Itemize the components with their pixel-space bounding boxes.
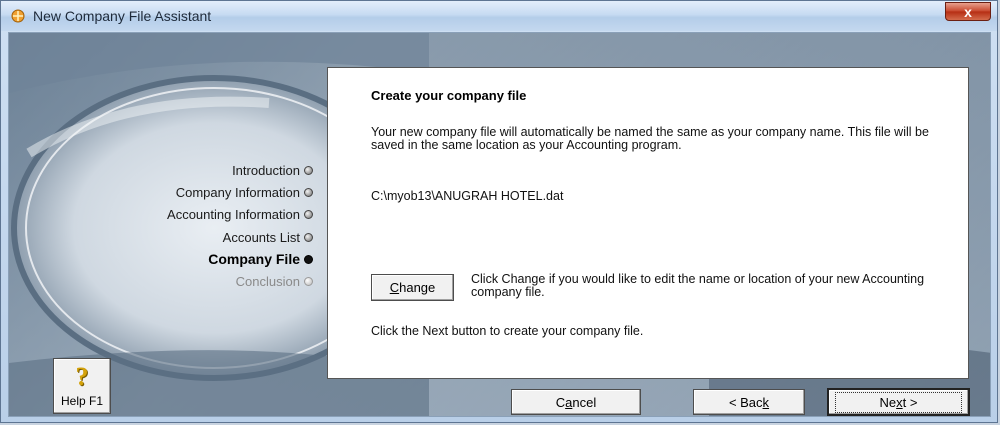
step-label: Company File <box>208 251 300 268</box>
change-instructions: Click Change if you would like to edit t… <box>471 272 925 299</box>
panel-description: Your new company file will automatically… <box>371 125 929 152</box>
window-title: New Company File Assistant <box>33 8 212 24</box>
step-bullet-icon <box>304 210 313 220</box>
step-conclusion: Conclusion <box>167 270 313 292</box>
panel-heading: Create your company file <box>371 88 527 103</box>
next-instructions: Click the Next button to create your com… <box>371 324 644 338</box>
next-button-focus: Next > <box>834 391 963 413</box>
back-button[interactable]: < Bac k <box>693 389 805 415</box>
help-button[interactable]: ? Help F1 <box>53 358 111 414</box>
step-company-file: Company File <box>167 248 313 270</box>
next-button[interactable]: Next > <box>827 388 970 416</box>
step-bullet-icon <box>304 277 313 287</box>
step-introduction: Introduction <box>167 159 313 181</box>
change-button-key: C <box>389 280 400 295</box>
step-label: Accounts List <box>222 229 300 245</box>
cancel-label-key: a <box>565 394 573 410</box>
change-button-label: hange <box>399 280 436 295</box>
help-button-label: Help F1 <box>60 394 104 408</box>
company-file-path: C:\myob13\ANUGRAH HOTEL.dat <box>371 189 564 203</box>
step-label: Company Information <box>175 184 300 200</box>
step-bullet-icon <box>304 165 313 175</box>
step-accounts-list: Accounts List <box>167 226 313 248</box>
step-label: Introduction <box>232 162 300 178</box>
step-accounting-information: Accounting Information <box>167 204 313 226</box>
back-label-part: < Bac <box>728 394 763 410</box>
step-label: Conclusion <box>235 274 300 290</box>
step-bullet-icon <box>304 187 313 197</box>
cancel-label-part: C <box>555 394 566 410</box>
change-button[interactable]: Change <box>371 274 454 301</box>
step-bullet-active-icon <box>304 254 313 264</box>
close-button[interactable]: x <box>945 2 991 21</box>
close-icon: x <box>964 4 972 20</box>
app-icon <box>11 9 25 23</box>
wizard-steps: Introduction Company Information Account… <box>167 159 313 293</box>
step-label: Accounting Information <box>167 207 300 223</box>
question-mark-icon: ? <box>75 362 89 391</box>
cancel-label-part: ncel <box>572 394 597 410</box>
step-bullet-icon <box>304 232 313 242</box>
step-company-information: Company Information <box>167 181 313 203</box>
wizard-body: Introduction Company Information Account… <box>8 32 991 417</box>
next-label-part: t > <box>902 394 918 410</box>
cancel-button[interactable]: Ca ncel <box>511 389 641 415</box>
title-bar[interactable]: New Company File Assistant x <box>1 1 997 31</box>
next-label-part: Ne <box>879 394 897 410</box>
assistant-window: New Company File Assistant x Introductio… <box>0 0 998 423</box>
back-label-key: k <box>762 394 770 410</box>
content-panel: Create your company file Your new compan… <box>327 67 969 379</box>
